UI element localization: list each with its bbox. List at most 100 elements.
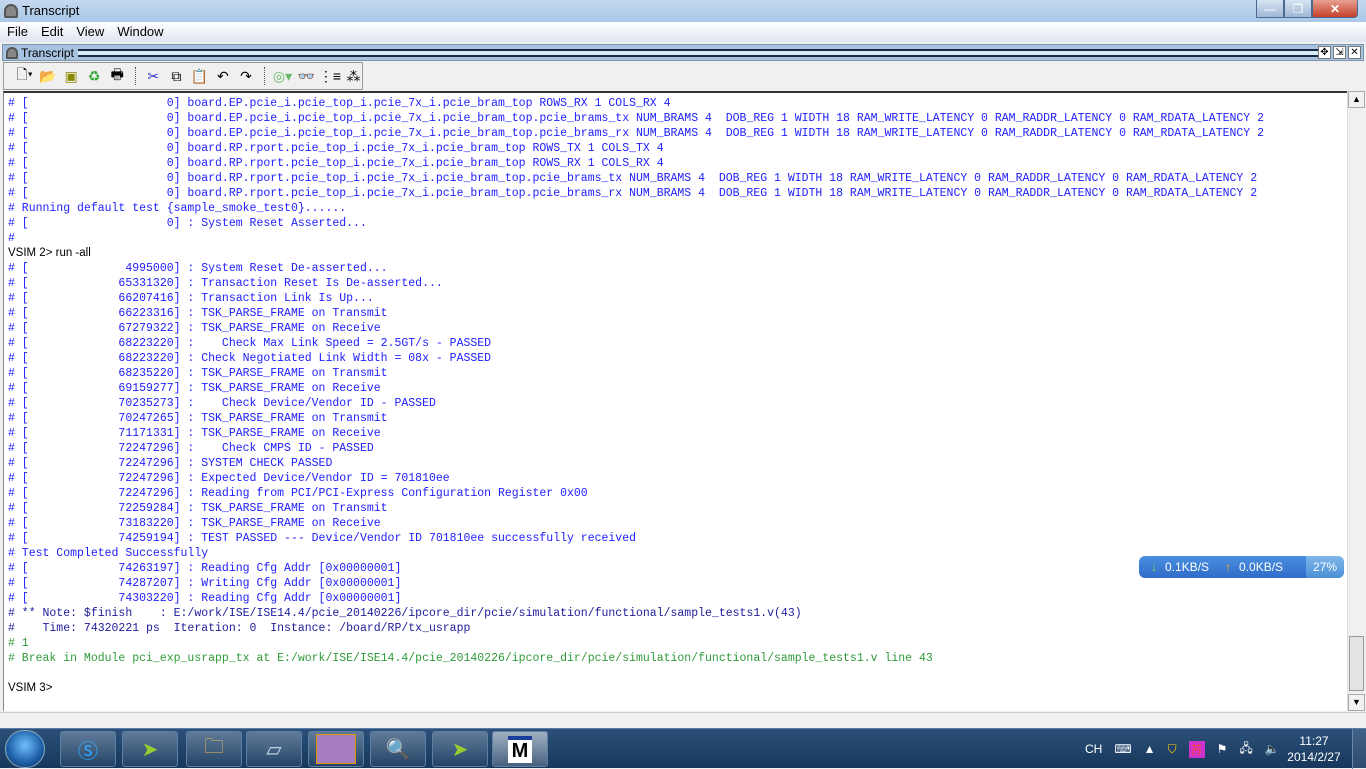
menu-edit[interactable]: Edit <box>34 22 69 42</box>
transcript-line: # [ 4995000] : System Reset De-asserted.… <box>8 262 388 275</box>
transcript-line: # [ 72247296] : Check CMPS ID - PASSED <box>8 442 374 455</box>
language-indicator[interactable]: CH <box>1085 742 1102 756</box>
show-desktop-button[interactable] <box>1352 729 1366 769</box>
transcript-line: # [ 74263197] : Reading Cfg Addr [0x0000… <box>8 562 402 575</box>
transcript-line: # [ 0] board.RP.rport.pcie_top_i.pcie_7x… <box>8 172 1258 185</box>
volume-icon[interactable]: 🔈 <box>1265 742 1280 756</box>
panel-header[interactable]: Transcript ✥ ⇲ ✕ <box>2 44 1364 61</box>
system-tray: CH ⌨ ▲ ⛉ 苏 ⚑ 🖧 🔈 <box>1085 729 1280 769</box>
cut-icon[interactable]: ✂ <box>145 67 162 85</box>
transcript-console[interactable]: # [ 0] board.EP.pcie_i.pcie_top_i.pcie_7… <box>3 91 1347 711</box>
collapse-icon[interactable]: ⋮≡ <box>319 67 341 85</box>
scroll-up-button[interactable]: ▲ <box>1348 91 1365 108</box>
vertical-scrollbar[interactable]: ▲ ▼ <box>1347 91 1365 711</box>
security-shield-icon[interactable]: ⛉ <box>1168 742 1177 757</box>
panel-close-button[interactable]: ✕ <box>1348 46 1361 59</box>
transcript-line: # [ 69159277] : TSK_PARSE_FRAME on Recei… <box>8 382 381 395</box>
cpu-usage: 27% <box>1306 556 1344 578</box>
transcript-line: # [ 68223220] : Check Negotiated Link Wi… <box>8 352 492 365</box>
window-titlebar: Transcript — ❐ ✕ <box>0 0 1366 22</box>
download-speed: 0.1KB/S <box>1165 560 1210 574</box>
transcript-line: # [ 72247296] : SYSTEM CHECK PASSED <box>8 457 333 470</box>
transcript-line: # [ 0] board.EP.pcie_i.pcie_top_i.pcie_7… <box>8 112 1265 125</box>
toolbar: 🗋▾ 📂 ▣ ♻ 🖶 ✂ ⧉ 📋 ↶ ↷ ◎▾ 👓 ⋮≡ ⁂ <box>3 62 363 90</box>
transcript-line: # Break in Module pci_exp_usrapp_tx at E… <box>8 652 933 665</box>
status-bar <box>0 712 1366 728</box>
transcript-line: # [ 66223316] : TSK_PARSE_FRAME on Trans… <box>8 307 388 320</box>
modelsim-icon[interactable]: M <box>492 731 548 767</box>
transcript-line: # [ 0] board.RP.rport.pcie_top_i.pcie_7x… <box>8 157 664 170</box>
xilinx-impact-icon[interactable]: ➤ <box>432 731 488 767</box>
window-title: Transcript <box>22 3 80 18</box>
transcript-line: VSIM 3> <box>8 682 53 694</box>
scroll-down-button[interactable]: ▼ <box>1348 694 1365 711</box>
transcript-line: # [ 0] board.EP.pcie_i.pcie_top_i.pcie_7… <box>8 127 1265 140</box>
transcript-line: # [ 67279322] : TSK_PARSE_FRAME on Recei… <box>8 322 381 335</box>
notepad-icon[interactable]: ▱ <box>246 731 302 767</box>
taskbar: Ⓢ ➤ 🗀 ▱ 🔍 ➤ M CH ⌨ ▲ ⛉ 苏 ⚑ 🖧 🔈 11:27 201… <box>0 728 1366 769</box>
toolbar-separator <box>134 67 136 85</box>
panel-dock-button[interactable]: ✥ <box>1318 46 1331 59</box>
transcript-line: # 1 <box>8 637 29 650</box>
find-icon[interactable]: 👓 <box>298 67 315 85</box>
transcript-line: # [ 72247296] : Reading from PCI/PCI-Exp… <box>8 487 588 500</box>
compile-icon[interactable]: ◎▾ <box>273 67 292 85</box>
maximize-button[interactable]: ❐ <box>1284 0 1312 18</box>
transcript-line: # [ 66207416] : Transaction Link Is Up..… <box>8 292 374 305</box>
transcript-line: # [ 70235273] : Check Device/Vendor ID -… <box>8 397 436 410</box>
transcript-line: # [ 71171331] : TSK_PARSE_FRAME on Recei… <box>8 427 381 440</box>
expand-icon[interactable]: ⁂ <box>345 67 362 85</box>
clock-time: 11:27 <box>1299 734 1329 748</box>
xilinx-ise-icon[interactable]: ➤ <box>122 731 178 767</box>
new-file-icon[interactable]: 🗋▾ <box>16 66 33 85</box>
menu-window[interactable]: Window <box>110 22 169 42</box>
transcript-line: # [ 65331320] : Transaction Reset Is De-… <box>8 277 443 290</box>
transcript-line: # [ 70247265] : TSK_PARSE_FRAME on Trans… <box>8 412 388 425</box>
search-icon[interactable]: 🔍 <box>370 731 426 767</box>
transcript-line: # ** Note: $finish : E:/work/ISE/ISE14.4… <box>8 607 802 620</box>
copy-icon[interactable]: ⧉ <box>168 67 185 85</box>
panel-drag-handle[interactable] <box>78 49 1318 57</box>
transcript-line: # [ 72259284] : TSK_PARSE_FRAME on Trans… <box>8 502 388 515</box>
minimize-button[interactable]: — <box>1256 0 1284 18</box>
transcript-line: # [ 73183220] : TSK_PARSE_FRAME on Recei… <box>8 517 381 530</box>
transcript-line: # <box>8 232 15 245</box>
paste-icon[interactable]: 📋 <box>191 67 208 85</box>
transcript-line: # [ 74303220] : Reading Cfg Addr [0x0000… <box>8 592 402 605</box>
transcript-line: # Time: 74320221 ps Iteration: 0 Instanc… <box>8 622 471 635</box>
folder-icon[interactable]: 🗀 <box>186 731 242 767</box>
show-hidden-icons-icon[interactable]: ▲ <box>1144 742 1156 756</box>
transcript-line: # [ 74259194] : TEST PASSED --- Device/V… <box>8 532 637 545</box>
transcript-line: # [ 68235220] : TSK_PARSE_FRAME on Trans… <box>8 367 388 380</box>
upload-speed: 0.0KB/S <box>1239 560 1284 574</box>
redo-icon[interactable]: ↷ <box>237 67 254 85</box>
refresh-icon[interactable]: ♻ <box>86 67 103 85</box>
undo-icon[interactable]: ↶ <box>214 67 231 85</box>
clock-date: 2014/2/27 <box>1287 750 1341 764</box>
network-icon[interactable]: 🖧 <box>1239 739 1252 760</box>
transcript-line: # [ 68223220] : Check Max Link Speed = 2… <box>8 337 492 350</box>
start-button[interactable] <box>5 730 45 768</box>
open-folder-icon[interactable]: 📂 <box>39 67 56 85</box>
toolbar-separator <box>263 67 265 85</box>
download-arrow-icon: ↓ <box>1151 560 1157 574</box>
image-icon[interactable] <box>308 731 364 767</box>
transcript-line: # [ 0] : System Reset Asserted... <box>8 217 367 230</box>
save-icon[interactable]: ▣ <box>63 67 80 85</box>
input-method-icon[interactable]: 苏 <box>1188 740 1205 758</box>
transcript-line: # [ 0] board.RP.rport.pcie_top_i.pcie_7x… <box>8 187 1258 200</box>
transcript-line: # [ 0] board.RP.rport.pcie_top_i.pcie_7x… <box>8 142 664 155</box>
transcript-line: # [ 0] board.EP.pcie_i.pcie_top_i.pcie_7… <box>8 97 671 110</box>
close-button[interactable]: ✕ <box>1312 0 1358 18</box>
scroll-thumb[interactable] <box>1349 636 1364 691</box>
print-icon[interactable]: 🖶 <box>109 66 126 85</box>
keyboard-icon[interactable]: ⌨ <box>1114 742 1131 756</box>
panel-undock-button[interactable]: ⇲ <box>1333 46 1346 59</box>
menu-file[interactable]: File <box>0 22 34 42</box>
upload-arrow-icon: ↑ <box>1225 560 1232 574</box>
clock[interactable]: 11:27 2014/2/27 <box>1283 733 1345 765</box>
sogou-icon[interactable]: Ⓢ <box>60 731 116 767</box>
action-center-flag-icon[interactable]: ⚑ <box>1217 742 1228 756</box>
menu-view[interactable]: View <box>69 22 110 42</box>
transcript-line: # [ 72247296] : Expected Device/Vendor I… <box>8 472 450 485</box>
